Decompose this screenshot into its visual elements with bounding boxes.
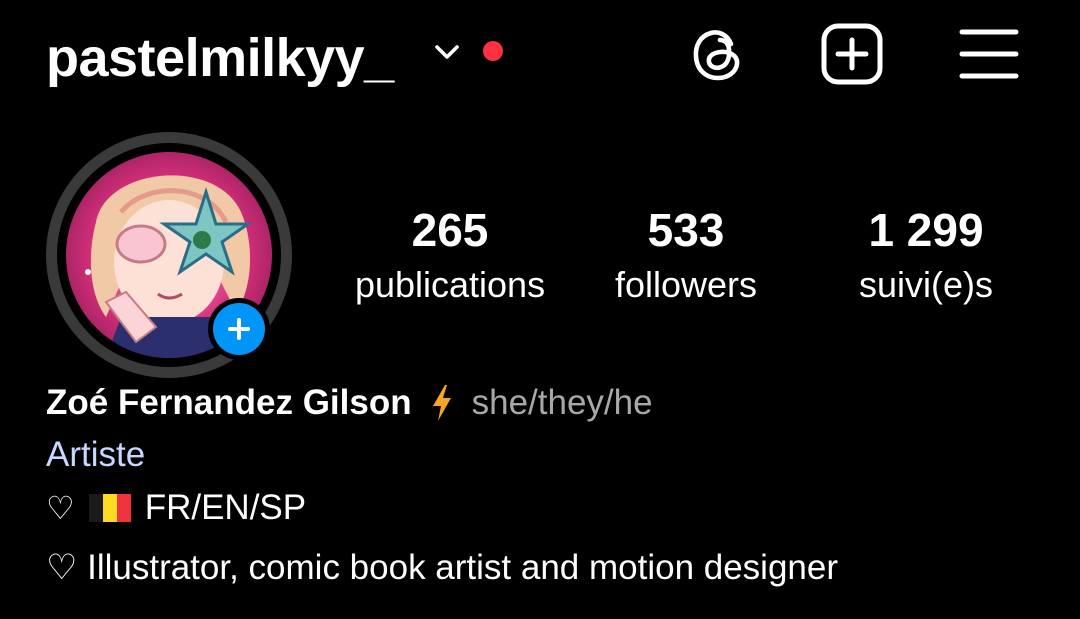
belgium-flag-icon bbox=[88, 494, 131, 522]
chevron-down-icon[interactable] bbox=[430, 40, 464, 64]
bio-languages-line: ♡ FR/EN/SP bbox=[46, 483, 306, 533]
profile-username[interactable]: pastelmilkyy_ bbox=[46, 22, 394, 94]
bio-description: ♡ Illustrator, comic book artist and mot… bbox=[46, 548, 839, 587]
stat-following-count: 1 299 bbox=[868, 204, 984, 256]
lightning-bolt-icon bbox=[432, 385, 451, 421]
threads-icon[interactable] bbox=[686, 22, 750, 86]
stat-following-label: suivi(e)s bbox=[858, 264, 993, 305]
add-story-button[interactable] bbox=[208, 298, 270, 360]
stat-following[interactable]: 1 299 suivi(e)s bbox=[806, 200, 1046, 310]
add-square-icon[interactable] bbox=[820, 22, 884, 86]
stat-posts-count: 265 bbox=[411, 204, 489, 256]
name-line: Zoé Fernandez Gilson she/they/he bbox=[46, 378, 653, 428]
plus-icon bbox=[228, 318, 250, 340]
category-label[interactable]: Artiste bbox=[46, 430, 145, 480]
full-name: Zoé Fernandez Gilson bbox=[46, 383, 412, 422]
languages-text: FR/EN/SP bbox=[144, 488, 307, 527]
heart-icon: ♡ bbox=[46, 490, 75, 526]
add-story-badge bbox=[213, 303, 265, 355]
stat-posts[interactable]: 265 publications bbox=[330, 200, 570, 310]
hamburger-menu-icon[interactable] bbox=[954, 22, 1024, 86]
stat-posts-label: publications bbox=[354, 264, 546, 305]
stat-followers-count: 533 bbox=[647, 204, 725, 256]
stat-followers[interactable]: 533 followers bbox=[566, 200, 806, 310]
notification-dot bbox=[483, 41, 503, 61]
stat-followers-label: followers bbox=[614, 264, 758, 305]
pronouns: she/they/he bbox=[471, 383, 653, 422]
